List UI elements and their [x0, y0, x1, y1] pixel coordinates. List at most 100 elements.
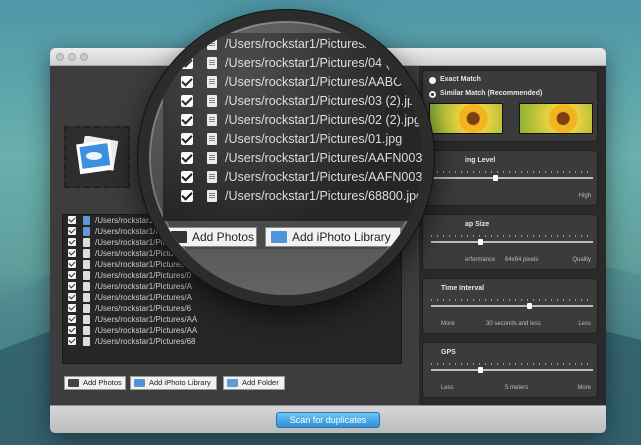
checkbox[interactable]	[68, 249, 76, 257]
folder-icon	[227, 379, 238, 387]
photo-drop-area[interactable]	[64, 126, 130, 188]
time-interval-card: Time Interval More 30 seconds and less L…	[422, 278, 598, 334]
list-item: /Users/rockstar1/Pictures/0	[163, 35, 423, 53]
slider-knob[interactable]	[527, 303, 532, 309]
checkbox[interactable]	[68, 293, 76, 301]
zoom-window-button[interactable]	[80, 53, 88, 61]
scan-for-duplicates-button[interactable]: Scan for duplicates	[276, 412, 380, 428]
checkbox[interactable]	[68, 337, 76, 345]
file-icon	[83, 304, 90, 313]
minimize-window-button[interactable]	[68, 53, 76, 61]
file-path: /Users/rockstar1/Pictures/68	[95, 337, 196, 346]
bitmap-size-slider[interactable]	[431, 239, 593, 245]
matching-level-slider[interactable]	[431, 175, 593, 181]
gps-label: GPS	[441, 349, 456, 356]
list-item: /Users/rockstar1/Pictures/68800.jpg	[163, 187, 423, 205]
bitmap-size-value: 64x64 pixels	[505, 257, 539, 263]
file-icon	[207, 114, 217, 126]
photo-icon	[171, 231, 187, 243]
file-icon	[83, 326, 90, 335]
checkbox	[181, 190, 193, 202]
list-item: /Users/rockstar1/Pictures/02 (2).jpg	[163, 111, 423, 129]
file-path: /Users/rockstar1/Pictures/6	[95, 304, 192, 313]
time-interval-slider[interactable]	[431, 303, 593, 309]
file-icon	[83, 238, 90, 247]
checkbox[interactable]	[68, 260, 76, 268]
file-icon	[83, 293, 90, 302]
match-mode-card: Exact Match Similar Match (Recommended)	[422, 70, 598, 142]
time-interval-value: 30 seconds and less	[486, 321, 541, 327]
sample-thumbnail-left	[429, 103, 503, 134]
list-item: /Users/rockstar1/Pictures/01.jpg	[163, 130, 423, 148]
list-item[interactable]: /Users/rockstar1/Pictures/6	[63, 303, 401, 314]
magnified-add-iphoto-button: Add iPhoto Library	[265, 227, 401, 247]
list-item[interactable]: /Users/rockstar1/Pictures/AA	[63, 325, 401, 336]
file-icon	[207, 57, 217, 69]
iphoto-icon	[271, 231, 287, 243]
checkbox	[181, 114, 193, 126]
checkbox[interactable]	[68, 326, 76, 334]
similar-match-radio[interactable]	[429, 91, 436, 98]
gps-value: 5 meters	[505, 385, 529, 391]
list-item: /Users/rockstar1/Pictures/04 (2	[163, 54, 423, 72]
file-icon	[207, 152, 217, 164]
similar-match-label: Similar Match (Recommended)	[440, 90, 543, 97]
slider-ticks	[431, 363, 593, 365]
close-window-button[interactable]	[56, 53, 64, 61]
gps-card: GPS Less 5 meters More	[422, 342, 598, 398]
checkbox[interactable]	[68, 315, 76, 323]
more-label: More	[441, 321, 455, 327]
photo-icon	[68, 379, 79, 387]
file-icon	[83, 271, 90, 280]
checkbox[interactable]	[68, 304, 76, 312]
file-icon	[83, 260, 90, 269]
file-icon	[207, 38, 217, 50]
list-item: /Users/rockstar1/Pictures/AAFN003955.	[163, 168, 423, 186]
performance-label: erformance	[465, 257, 496, 263]
folder-icon	[83, 216, 90, 225]
checkbox	[181, 171, 193, 183]
exact-match-radio[interactable]	[429, 77, 436, 84]
list-item: /Users/rockstar1/Pictures/AABC00	[163, 73, 423, 91]
list-item[interactable]: /Users/rockstar1/Pictures/AA	[63, 314, 401, 325]
slider-ticks	[431, 235, 593, 237]
bottom-bar: Scan for duplicates	[50, 405, 606, 433]
magnified-view: /Users/rockstar1/Pictures/0 /Users/rocks…	[149, 21, 423, 295]
slider-knob[interactable]	[493, 175, 498, 181]
slider-knob[interactable]	[478, 239, 483, 245]
file-icon	[83, 337, 90, 346]
checkbox[interactable]	[68, 238, 76, 246]
checkbox[interactable]	[68, 271, 76, 279]
file-icon	[207, 171, 217, 183]
less-label: Less	[441, 385, 454, 391]
more-label: More	[577, 385, 591, 391]
matching-level-card: ing Level High	[422, 150, 598, 206]
gps-slider[interactable]	[431, 367, 593, 373]
checkbox	[181, 76, 193, 88]
bitmap-size-label: ap Size	[465, 221, 490, 228]
slider-ticks	[431, 171, 593, 173]
list-item[interactable]: /Users/rockstar1/Pictures/68	[63, 336, 401, 347]
file-icon	[83, 315, 90, 324]
slider-ticks	[431, 299, 593, 301]
file-icon	[207, 95, 217, 107]
magnifier-lens: /Users/rockstar1/Pictures/0 /Users/rocks…	[138, 10, 434, 306]
magnified-add-photos-button: Add Photos	[165, 227, 257, 247]
matching-level-label: ing Level	[465, 157, 496, 164]
checkbox[interactable]	[68, 216, 76, 224]
checkbox[interactable]	[68, 282, 76, 290]
time-interval-label: Time Interval	[441, 285, 485, 292]
file-icon	[207, 190, 217, 202]
add-photos-button[interactable]: Add Photos	[64, 376, 126, 390]
add-iphoto-library-button[interactable]: Add iPhoto Library	[130, 376, 217, 390]
quality-label: Quality	[572, 257, 591, 263]
add-folder-button[interactable]: Add Folder	[223, 376, 285, 390]
less-label: Less	[578, 321, 591, 327]
checkbox[interactable]	[68, 227, 76, 235]
checkbox	[181, 38, 193, 50]
checkbox	[181, 95, 193, 107]
checkbox	[181, 133, 193, 145]
magnified-file-list: /Users/rockstar1/Pictures/0 /Users/rocks…	[163, 33, 423, 221]
settings-pane: Exact Match Similar Match (Recommended) …	[419, 66, 606, 405]
slider-knob[interactable]	[478, 367, 483, 373]
